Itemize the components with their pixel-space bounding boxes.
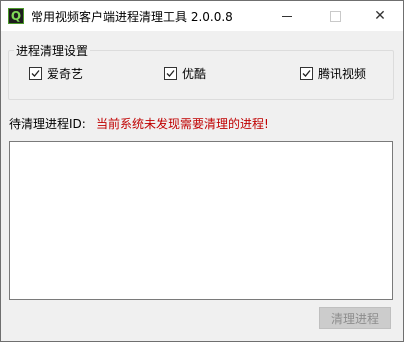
status-message: 当前系统未发现需要清理的进程! [96,117,269,131]
checkbox-label: 腾讯视频 [318,67,367,81]
checkbox-youku[interactable]: 优酷 [164,65,206,82]
app-logo-icon: Q [8,8,24,24]
checkmark-icon [302,70,311,77]
minimize-icon [282,15,292,17]
close-icon: ✕ [374,8,386,24]
minimize-button[interactable] [264,1,310,31]
checkbox-label: 优酷 [182,67,207,81]
checkbox-label: 爱奇艺 [47,67,84,81]
app-window: Q 常用视频客户端进程清理工具 2.0.0.8 ✕ 进程清理设置 爱奇艺 优酷 [0,0,404,342]
checkmark-icon [31,70,40,77]
checkmark-icon [166,70,175,77]
maximize-button [312,1,358,31]
checkbox-box[interactable] [164,67,177,80]
checkbox-box[interactable] [29,67,42,80]
settings-group-title: 进程清理设置 [14,42,91,59]
checkbox-tencent-video[interactable]: 腾讯视频 [300,65,366,82]
window-title: 常用视频客户端进程清理工具 2.0.0.8 [31,10,233,24]
close-button[interactable]: ✕ [357,1,403,31]
process-list-textarea[interactable] [9,141,393,300]
pending-pid-label: 待清理进程ID: [9,117,86,131]
title-bar[interactable]: Q 常用视频客户端进程清理工具 2.0.0.8 ✕ [1,1,403,31]
checkbox-box[interactable] [300,67,313,80]
checkbox-iqiyi[interactable]: 爱奇艺 [29,65,83,82]
maximize-icon [329,10,341,22]
clean-processes-button: 清理进程 [319,307,391,329]
